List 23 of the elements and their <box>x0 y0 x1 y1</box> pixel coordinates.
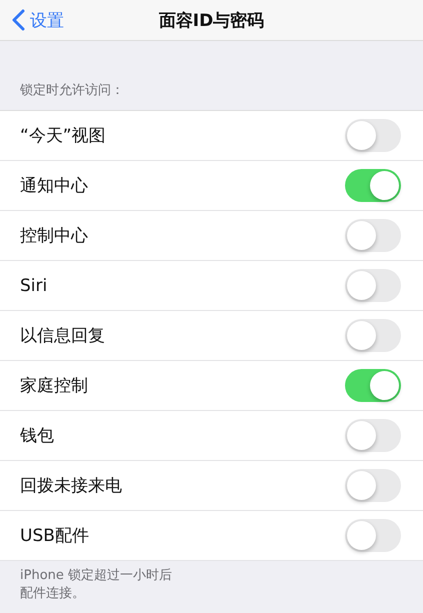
toggle-switch[interactable] <box>345 169 401 202</box>
row-label: “今天”视图 <box>20 125 106 147</box>
toggle-switch[interactable] <box>345 269 401 302</box>
toggle-switch[interactable] <box>345 419 401 452</box>
nav-title: 面容ID与密码 <box>158 10 264 32</box>
row-label: 钱包 <box>20 425 54 447</box>
row-label: Siri <box>20 276 48 296</box>
row-label: 回拨未接来电 <box>20 475 122 497</box>
footer-note: iPhone 锁定超过一小时后 配件连接。 <box>20 567 174 602</box>
row-label: 通知中心 <box>20 175 88 197</box>
row-label: 以信息回复 <box>20 325 105 347</box>
toggle-switch[interactable] <box>345 219 401 252</box>
row-label: 控制中心 <box>20 225 88 247</box>
toggle-switch[interactable] <box>345 119 401 152</box>
row-label: 家庭控制 <box>20 375 88 397</box>
toggle-switch[interactable] <box>345 469 401 502</box>
toggle-switch[interactable] <box>345 369 401 402</box>
section-header: 锁定时允许访问： <box>19 82 125 100</box>
back-button[interactable]: 设置 <box>0 8 64 32</box>
toggle-switch[interactable] <box>345 319 401 352</box>
back-chevron-icon <box>12 9 25 31</box>
row-label: USB配件 <box>20 525 89 547</box>
toggle-switch[interactable] <box>345 519 401 552</box>
